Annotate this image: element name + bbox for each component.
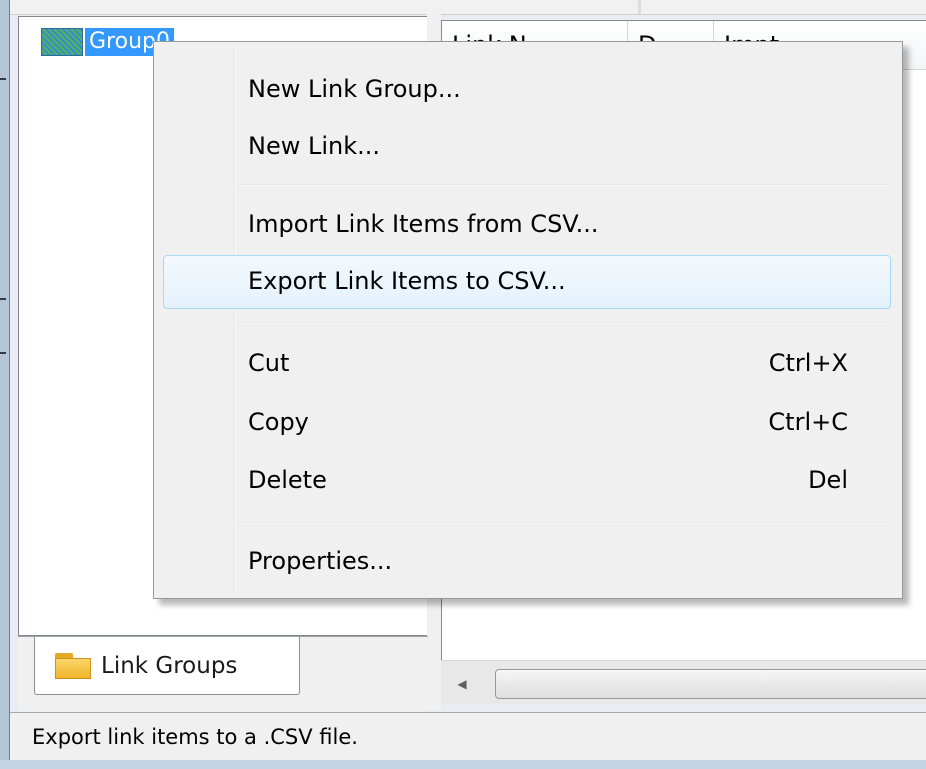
menu-separator: [238, 322, 890, 324]
edge-tick: [0, 298, 6, 300]
menu-item-label: New Link...: [248, 132, 381, 160]
menu-item-label: Delete: [248, 466, 327, 494]
menu-item-shortcut: Del: [808, 466, 848, 494]
app-window: Group0 Link N D Impt ne Link Groups ◀ Ex…: [0, 0, 926, 769]
scroll-left-arrow-icon[interactable]: ◀: [447, 669, 477, 699]
top-strip: [10, 0, 926, 15]
link-group-icon: [41, 28, 83, 56]
window-left-edge: [0, 0, 10, 769]
menu-item-label: Cut: [248, 349, 290, 377]
menu-item-cut[interactable]: Cut Ctrl+X: [154, 336, 902, 390]
scroll-thumb[interactable]: [495, 669, 926, 699]
menu-item-new-link[interactable]: New Link...: [154, 119, 902, 173]
top-splitter[interactable]: [638, 0, 641, 14]
horizontal-scrollbar[interactable]: ◀: [441, 660, 926, 705]
status-text: Export link items to a .CSV file.: [32, 725, 358, 749]
menu-item-shortcut: Ctrl+C: [768, 408, 848, 436]
menu-item-label: Import Link Items from CSV...: [248, 210, 599, 238]
status-bar: Export link items to a .CSV file.: [10, 712, 926, 762]
menu-separator: [238, 522, 890, 524]
menu-item-import-csv[interactable]: Import Link Items from CSV...: [154, 197, 902, 251]
edge-tick: [0, 352, 6, 354]
menu-item-delete[interactable]: Delete Del: [154, 453, 902, 507]
menu-item-shortcut: Ctrl+X: [768, 349, 848, 377]
window-bottom-edge: [0, 760, 926, 769]
menu-item-label: Copy: [248, 408, 309, 436]
menu-separator: [238, 184, 890, 186]
tab-link-groups[interactable]: Link Groups: [34, 637, 300, 695]
menu-item-label: Properties...: [248, 547, 393, 575]
menu-item-label: Export Link Items to CSV...: [248, 267, 566, 295]
edge-tick: [0, 78, 6, 80]
context-menu: New Link Group... New Link... Import Lin…: [153, 41, 903, 599]
menu-item-export-csv[interactable]: Export Link Items to CSV...: [154, 254, 902, 309]
menu-item-label: New Link Group...: [248, 75, 461, 103]
tab-strip: Link Groups: [18, 636, 428, 711]
menu-item-copy[interactable]: Copy Ctrl+C: [154, 395, 902, 449]
menu-item-new-link-group[interactable]: New Link Group...: [154, 62, 902, 116]
menu-item-properties[interactable]: Properties...: [154, 534, 902, 588]
tab-label: Link Groups: [101, 652, 238, 679]
folder-icon: [55, 652, 91, 679]
